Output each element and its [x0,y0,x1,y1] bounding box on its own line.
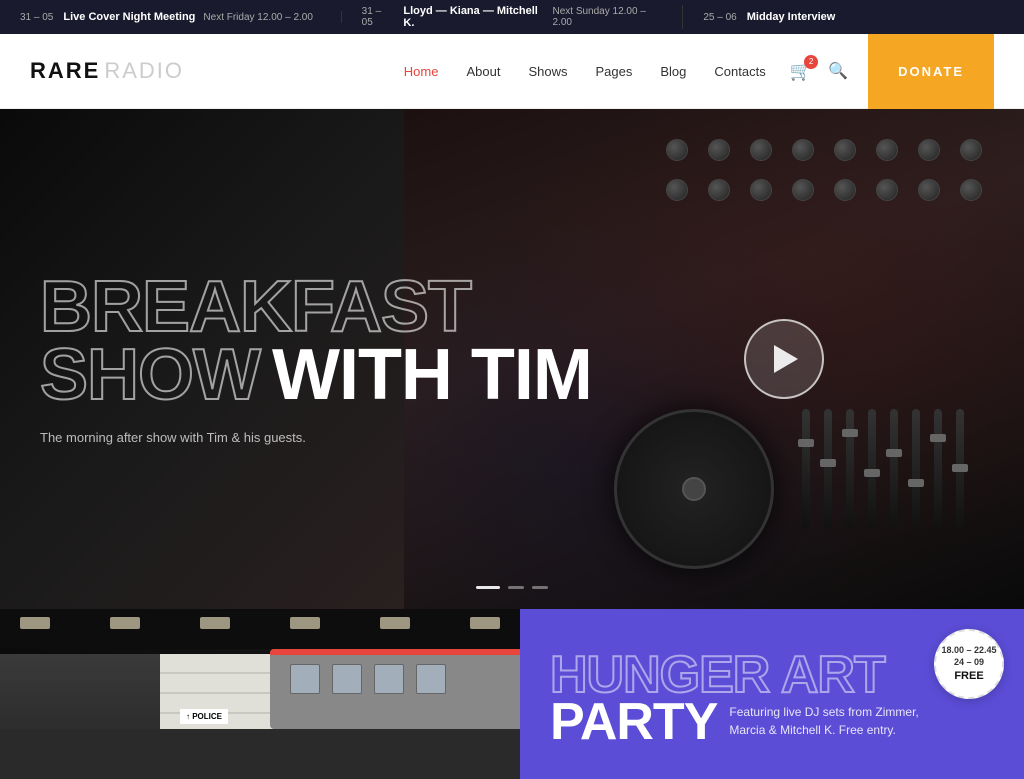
cart-badge: 2 [804,55,818,69]
fader-2 [824,409,832,529]
knob-1 [666,139,688,161]
knobs-area [666,139,984,201]
knob-2 [708,139,730,161]
knob-3 [750,139,772,161]
subway-lights [0,617,520,629]
ticker-item-1: 31 – 05 Live Cover Night Meeting Next Fr… [0,11,342,23]
nav-about[interactable]: About [466,64,500,79]
logo-radio: RADIO [104,58,184,84]
dj-platter [614,409,774,569]
event-badge: 18.00 – 22.45 24 – 09 FREE [934,629,1004,699]
subway-light-2 [110,617,140,629]
fader-1 [802,409,810,529]
knob-13 [834,179,856,201]
subway-light-6 [470,617,500,629]
dot-3[interactable] [532,586,548,589]
knob-11 [750,179,772,201]
hero-title-with-tim: WITH TIM [272,342,592,410]
event-title-row: PARTY Featuring live DJ sets from Zimmer… [550,699,994,746]
badge-time: 18.00 – 22.45 [941,644,996,657]
subway-platform [0,729,520,779]
logo[interactable]: RARE RADIO [30,58,184,84]
ticker-item-3: 25 – 06 Midday Interview [683,11,1024,23]
ticker-title-2: Lloyd — Kiana — Mitchell K. [403,5,544,29]
ticker-date-3: 25 – 06 [703,12,736,23]
subway-train [270,649,520,729]
ticker-time-1: Next Friday 12.00 – 2.00 [203,12,313,23]
knob-9 [666,179,688,201]
ticker-title-3: Midday Interview [747,11,836,23]
slider-dots [476,586,548,589]
knob-16 [960,179,982,201]
main-nav: Home About Shows Pages Blog Contacts [404,64,766,79]
nav-shows[interactable]: Shows [528,64,567,79]
train-stripe [270,649,520,655]
event-title-filled: PARTY [550,699,717,746]
knob-4 [792,139,814,161]
nav-home[interactable]: Home [404,64,439,79]
train-window-2 [332,664,362,694]
donate-button[interactable]: DONATE [868,34,994,109]
fader-3 [846,409,854,529]
fader-8 [956,409,964,529]
badge-free: FREE [954,669,983,684]
ticker-time-2: Next Sunday 12.00 – 2.00 [552,6,662,28]
knob-6 [876,139,898,161]
play-button[interactable] [744,319,824,399]
subway-light-3 [200,617,230,629]
subway-ceiling [0,609,520,649]
fader-7 [934,409,942,529]
nav-contacts[interactable]: Contacts [714,64,765,79]
subway-background: ↑ POLICE [0,609,520,779]
event-title-outline: HUNGER ART [550,652,994,699]
faders-area [802,409,964,529]
knob-8 [960,139,982,161]
knob-12 [792,179,814,201]
dot-1[interactable] [476,586,500,589]
subway-light-4 [290,617,320,629]
event-description: Featuring live DJ sets from Zimmer, Marc… [729,703,929,739]
ticker-date-1: 31 – 05 [20,12,53,23]
subway-light-1 [20,617,50,629]
ticker-title-1: Live Cover Night Meeting [63,11,195,23]
hero-subtitle: The morning after show with Tim & his gu… [40,430,360,445]
knob-7 [918,139,940,161]
fader-6 [912,409,920,529]
cart-icon[interactable]: 🛒 2 [790,61,812,82]
ticker-item-2: 31 – 05 Lloyd — Kiana — Mitchell K. Next… [342,5,684,29]
train-window-1 [290,664,320,694]
logo-rare: RARE [30,58,100,84]
ticker-date-2: 31 – 05 [362,6,394,28]
subway-police-sign: ↑ POLICE [180,709,228,724]
train-window-4 [416,664,446,694]
knob-14 [876,179,898,201]
badge-date: 24 – 09 [954,656,984,669]
train-window-3 [374,664,404,694]
ticker-bar: 31 – 05 Live Cover Night Meeting Next Fr… [0,0,1024,34]
hero-title-show: SHOW [40,342,260,410]
fader-5 [890,409,898,529]
play-icon [774,345,798,373]
hero-title-outline: BREAKFAST [40,273,592,341]
train-windows [290,664,446,694]
nav-blog[interactable]: Blog [660,64,686,79]
header: RARE RADIO Home About Shows Pages Blog C… [0,34,1024,109]
subway-image: ↑ POLICE [0,609,520,779]
search-icon[interactable]: 🔍 [828,61,848,81]
knob-10 [708,179,730,201]
dot-2[interactable] [508,586,524,589]
nav-pages[interactable]: Pages [596,64,633,79]
bottom-section: ↑ POLICE 18.00 – 22.45 24 – 09 FREE HUNG… [0,609,1024,779]
hero-section: BREAKFAST SHOW WITH TIM The morning afte… [0,109,1024,609]
knob-15 [918,179,940,201]
header-icons: 🛒 2 🔍 [790,61,848,82]
hero-content: BREAKFAST SHOW WITH TIM The morning afte… [40,273,592,445]
knob-5 [834,139,856,161]
event-card: 18.00 – 22.45 24 – 09 FREE HUNGER ART PA… [520,609,1024,779]
fader-4 [868,409,876,529]
subway-light-5 [380,617,410,629]
